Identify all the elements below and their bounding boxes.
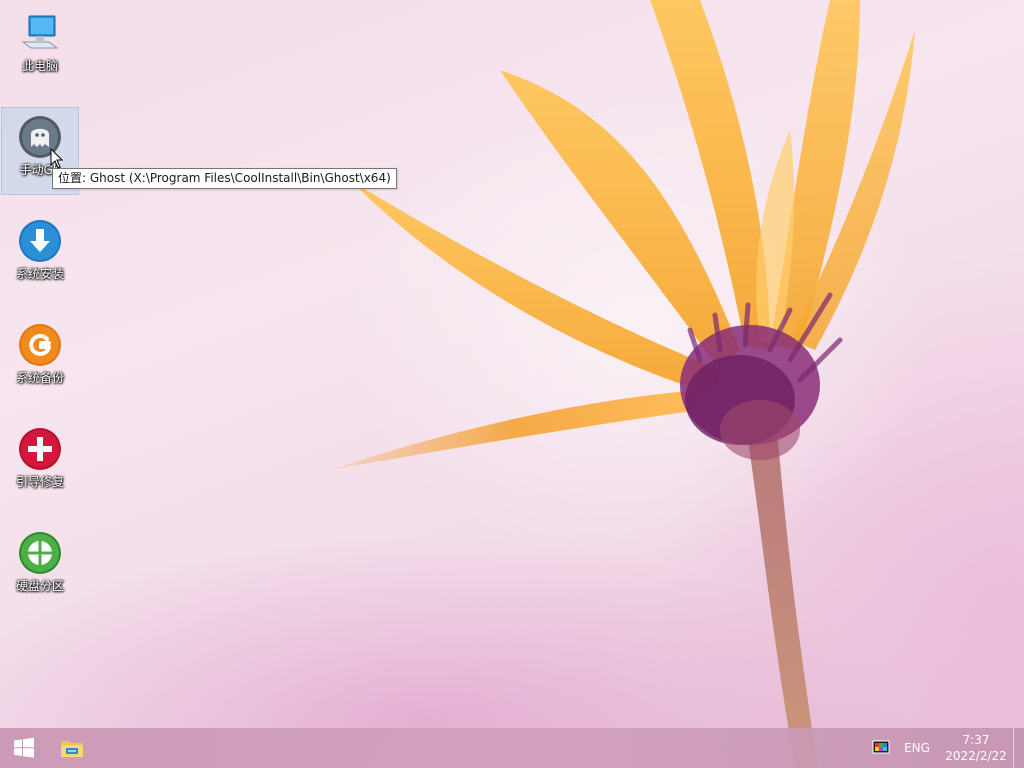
system-tray: ENG 7:37 2022/2/22 (869, 728, 1024, 768)
start-button[interactable] (0, 728, 48, 768)
download-arrow-icon (17, 218, 63, 264)
clock-date: 2022/2/22 (945, 749, 1007, 763)
windows-logo-icon (14, 737, 34, 758)
desktop-icon-boot-repair[interactable]: 引导修复 (2, 420, 78, 506)
wallpaper-flower (330, 0, 915, 768)
file-explorer-button[interactable] (48, 728, 96, 768)
desktop: 此电脑 手动Gh 系统安装 系统备份 引导修复 硬盘分区 位置: Ghost (… (0, 0, 1024, 768)
desktop-icon-label: 硬盘分区 (15, 579, 64, 593)
red-cross-icon (17, 426, 63, 472)
input-language-indicator[interactable]: ENG (899, 741, 935, 755)
show-desktop-button[interactable] (1013, 728, 1024, 768)
icon-location-tooltip: 位置: Ghost (X:\Program Files\CoolInstall\… (52, 168, 397, 189)
desktop-icon-system-install[interactable]: 系统安装 (2, 212, 78, 298)
computer-icon (17, 10, 63, 56)
network-display-icon[interactable] (869, 728, 893, 768)
desktop-icon-disk-partition[interactable]: 硬盘分区 (2, 524, 78, 610)
desktop-icon-label: 系统备份 (15, 371, 64, 385)
clock-time: 7:37 (962, 733, 990, 747)
mouse-pointer-icon (50, 148, 64, 169)
desktop-icon-this-pc[interactable]: 此电脑 (2, 4, 78, 90)
desktop-icon-label: 系统安装 (15, 267, 64, 281)
desktop-icon-label: 引导修复 (15, 475, 64, 489)
desktop-icon-label: 此电脑 (21, 59, 58, 73)
taskbar: ENG 7:37 2022/2/22 (0, 728, 1024, 768)
g-backup-icon (17, 322, 63, 368)
partition-icon (17, 530, 63, 576)
desktop-icon-system-backup[interactable]: 系统备份 (2, 316, 78, 402)
taskbar-clock[interactable]: 7:37 2022/2/22 (939, 732, 1013, 764)
file-explorer-icon (61, 741, 83, 757)
